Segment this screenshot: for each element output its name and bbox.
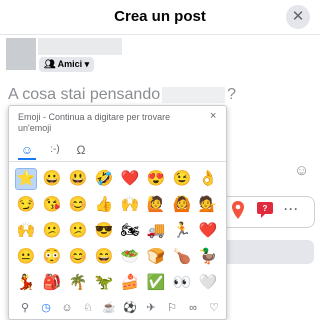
emoji-option[interactable]: 🏍 [119,220,141,242]
search-icon[interactable]: ⚲ [15,300,35,316]
emoji-option[interactable]: ✅ [145,272,167,294]
recent-clock-icon[interactable]: ◷ [36,300,56,316]
emoji-option[interactable]: 😀 [41,168,63,190]
emoji-option[interactable]: 🍗 [171,246,193,268]
avatar [6,38,36,70]
travel-category-icon[interactable]: ✈ [141,300,161,316]
emoji-option[interactable]: 🙆 [171,194,193,216]
emoji-option[interactable]: 🦆 [197,246,219,268]
emoji-option[interactable]: 🎒 [41,272,63,294]
more-options-icon[interactable]: ··· [284,202,299,216]
emoji-option[interactable]: 👍 [93,194,115,216]
emoji-option[interactable]: 🦖 [93,272,115,294]
people-icon: 👥︎ [44,59,56,69]
emoji-option[interactable]: ⭐ [15,168,37,190]
emoji-option[interactable]: 😕 [67,220,89,242]
emoji-option[interactable]: 😍 [145,168,167,190]
omega-tab-icon[interactable]: Ω [72,141,90,159]
dialog-title: Crea un post [114,8,206,25]
emoji-option[interactable]: 😄 [93,246,115,268]
emoji-option[interactable]: 😊 [67,246,89,268]
emoji-option[interactable]: 😳 [41,246,63,268]
svg-text:?: ? [263,204,268,213]
location-pin-icon[interactable] [231,201,245,219]
emoji-option[interactable]: 😕 [41,220,63,242]
emoji-option[interactable]: 😏 [15,194,37,216]
emoji-option[interactable]: 😊 [67,194,89,216]
emoji-option[interactable]: 😃 [67,168,89,190]
heart-category-icon[interactable]: ♡ [204,300,224,316]
post-input[interactable]: A cosa stai pensando? [8,86,236,104]
chevron-down-icon: ▾ [84,59,90,69]
emoji-option[interactable]: ❤️ [197,220,219,242]
emoji-option[interactable]: 🙌 [119,194,141,216]
emoji-option[interactable]: 🏃 [171,220,193,242]
emoji-option[interactable]: 🌴 [67,272,89,294]
animals-category-icon[interactable]: ♘ [78,300,98,316]
emoji-option[interactable]: 😐 [15,246,37,268]
emoji-option[interactable]: 🍞 [145,246,167,268]
text-emoticon-tab-icon[interactable]: :-) [46,141,64,159]
emoji-option[interactable]: 🚚 [145,220,167,242]
emoji-option[interactable]: 😘 [41,194,63,216]
smileys-category-icon[interactable]: ☺ [57,300,77,316]
prompt-text: A cosa stai pensando [8,86,161,103]
emoji-option[interactable]: 💃 [15,272,37,294]
symbols-category-icon[interactable]: ∞ [183,300,203,316]
emoji-option[interactable]: 💁 [197,194,219,216]
close-icon[interactable]: ✕ [286,5,310,29]
emoji-option[interactable]: 🙋 [145,194,167,216]
emoji-picker-title: Emoji - Continua a digitare per trovare … [18,112,171,133]
emoji-option[interactable]: 🤣 [93,168,115,190]
emoji-picker: Emoji - Continua a digitare per trovare … [8,105,227,320]
activity-category-icon[interactable]: ⚽ [120,300,140,316]
emoji-option[interactable]: 🥗 [119,246,141,268]
food-category-icon[interactable]: ☕ [99,300,119,316]
publish-button[interactable] [222,240,314,264]
emoji-option[interactable]: 🙌 [15,220,37,242]
audience-label: Amici [57,59,83,69]
gif-icon[interactable]: ? [257,201,273,219]
audience-selector[interactable]: 👥︎ Amici ▾ [39,57,95,72]
emoji-option[interactable]: 👀 [171,272,193,294]
close-icon[interactable]: × [210,110,216,122]
emoji-option[interactable]: 👌 [197,168,219,190]
emoji-option[interactable]: 😉 [171,168,193,190]
user-name-redacted [38,38,122,55]
emoji-option[interactable]: 😎 [93,220,115,242]
emoji-option[interactable]: 🍰 [119,272,141,294]
objects-category-icon[interactable]: ⚐ [162,300,182,316]
user-name-redacted [162,86,226,103]
smiley-tab-icon[interactable]: ☺ [18,141,36,160]
prompt-question-mark: ? [227,86,237,103]
dialog-header: Crea un post ✕ [0,0,320,35]
emoji-option[interactable]: 🤍 [197,272,219,294]
emoji-option[interactable]: ❤️ [119,168,141,190]
emoji-icon[interactable]: ☺ [294,162,309,179]
emoji-tabs: ☺ :-) Ω [9,139,226,162]
